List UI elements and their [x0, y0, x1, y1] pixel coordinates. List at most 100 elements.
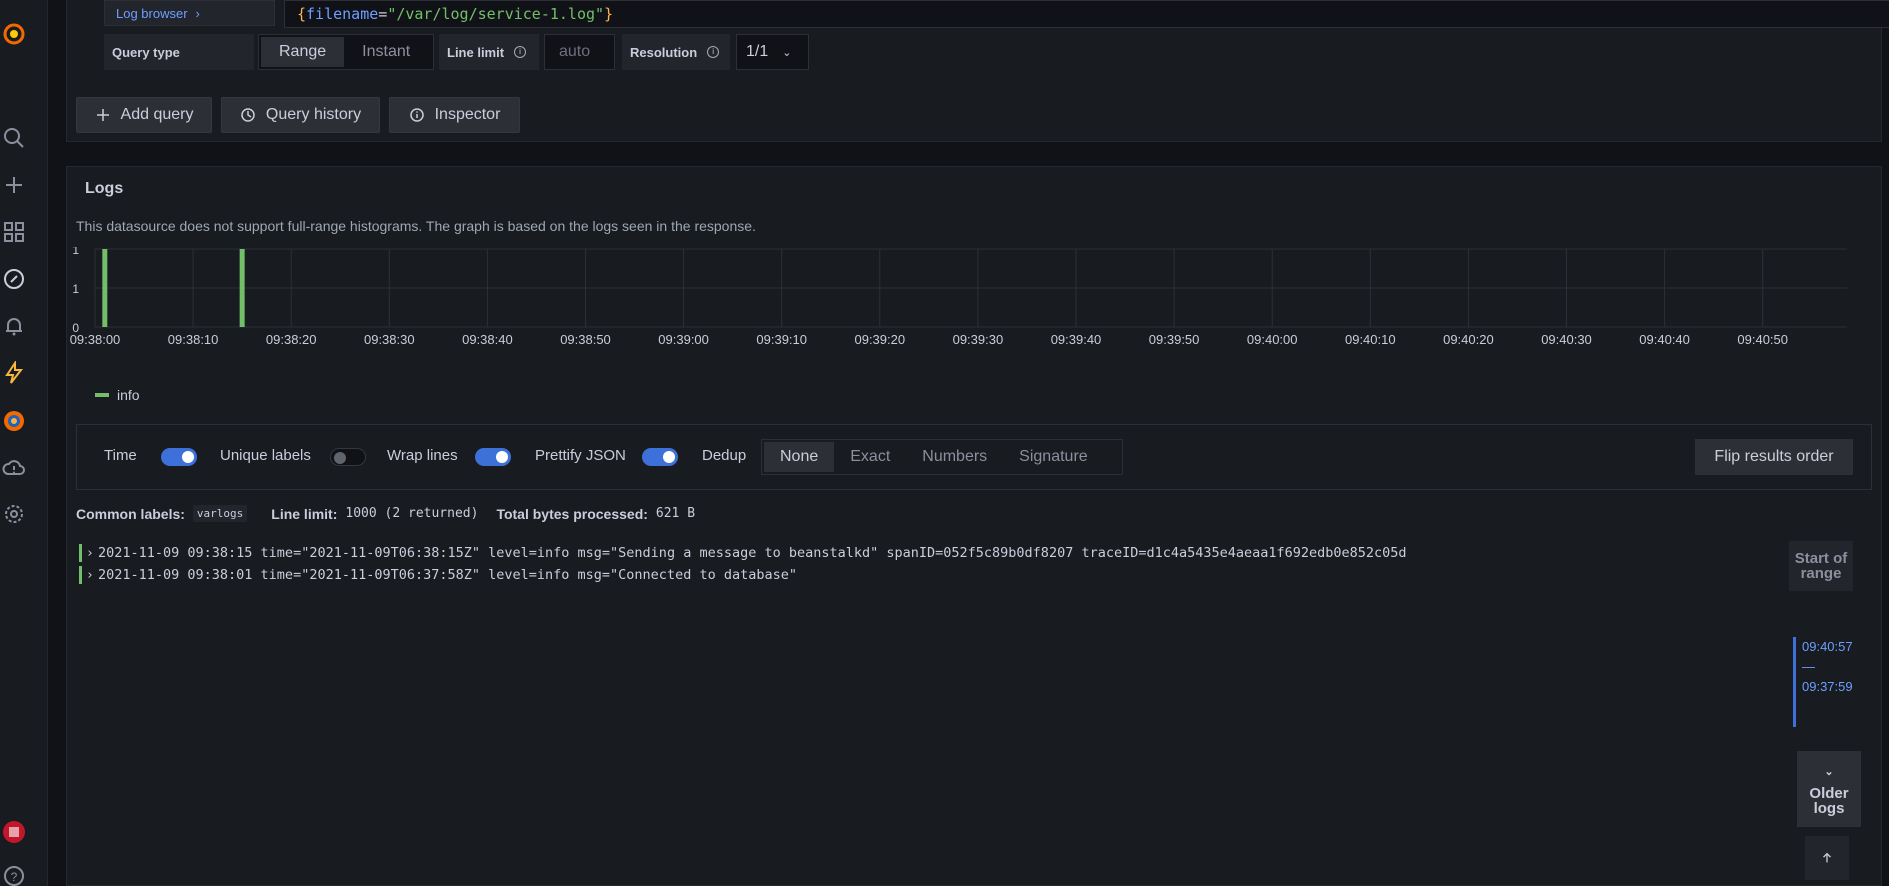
x-tick-label: 09:40:30: [1541, 332, 1592, 347]
query-input[interactable]: {filename="/var/log/service-1.log"}: [284, 0, 1889, 28]
range-bottom: 09:37:59: [1802, 679, 1853, 694]
range-top: 09:40:57: [1802, 639, 1853, 654]
common-labels-label: Common labels:: [76, 505, 185, 522]
resolution-value: 1/1: [746, 43, 769, 60]
chevron-down-icon: ⌄: [1824, 766, 1834, 778]
inspector-label: Inspector: [434, 106, 501, 123]
x-tick-label: 09:38:50: [560, 332, 611, 347]
query-type-instant[interactable]: Instant: [344, 37, 428, 67]
query-type-label-text: Query type: [112, 44, 180, 60]
legend-swatch: [95, 393, 109, 397]
x-tick-label: 09:40:40: [1639, 332, 1690, 347]
grafana-logo-icon[interactable]: [0, 20, 28, 48]
logs-volume-histogram: 01109:38:00 09:38:10 09:38:20 09:38:30 09:38…: [70, 247, 1847, 347]
logs-panel: Logs This datasource does not support fu…: [66, 166, 1882, 886]
explore-icon[interactable]: [0, 265, 28, 293]
legend-label-info: info: [117, 387, 140, 403]
older-logs-label: Older logs: [1809, 785, 1849, 817]
chevron-down-icon: ⌄: [782, 46, 792, 59]
y-tick-label: 1: [72, 282, 79, 296]
x-tick-label: 09:38:40: [462, 332, 513, 347]
time-toggle-label: Time: [104, 447, 137, 464]
time-toggle[interactable]: [161, 448, 197, 466]
user-avatar-icon[interactable]: [0, 818, 28, 846]
inspector-button[interactable]: Inspector: [389, 97, 520, 133]
cloud-alert-icon[interactable]: [0, 454, 28, 482]
resolution-select[interactable]: 1/1 ⌄: [736, 34, 809, 70]
y-tick-label: 1: [72, 247, 79, 257]
info-circle-icon: [409, 108, 424, 122]
chevron-right-icon[interactable]: ›: [86, 546, 98, 561]
log-level-indicator: [79, 566, 82, 584]
x-tick-label: 09:39:10: [756, 332, 807, 347]
start-of-range-button[interactable]: Start of range: [1789, 541, 1853, 591]
log-browser-label: Log browser: [116, 5, 188, 21]
histogram-bar[interactable]: [102, 249, 108, 327]
bytes-processed-value: 621 B: [655, 506, 696, 521]
query-type-radio-group: Range Instant: [258, 34, 434, 70]
dedup-radio-group: None Exact Numbers Signature: [761, 439, 1123, 475]
x-tick-label: 09:38:20: [266, 332, 317, 347]
logs-meta-row: Common labels: varlogs Line limit: 1000 …: [76, 505, 713, 522]
query-label-value: "/var/log/service-1.log": [387, 5, 605, 23]
query-type-range[interactable]: Range: [261, 37, 345, 67]
prettify-json-toggle-label: Prettify JSON: [535, 447, 626, 464]
dedup-exact[interactable]: Exact: [834, 442, 906, 472]
resolution-label-text: Resolution: [630, 44, 698, 60]
dedup-numbers[interactable]: Numbers: [906, 442, 1003, 472]
line-limit-meta-value: 1000 (2 returned): [345, 506, 479, 521]
wrap-lines-toggle[interactable]: [475, 448, 511, 466]
line-limit-meta-label: Line limit:: [271, 505, 338, 522]
older-logs-button[interactable]: ⌄ Older logs: [1797, 751, 1861, 827]
info-icon[interactable]: i: [514, 46, 527, 58]
line-limit-input[interactable]: auto: [544, 34, 615, 70]
x-tick-label: 09:38:10: [168, 332, 219, 347]
search-icon[interactable]: [0, 124, 28, 152]
logs-options-bar: Time Unique labels Wrap lines Prettify J…: [76, 424, 1872, 490]
unique-labels-toggle[interactable]: [330, 448, 366, 466]
chevron-right-icon[interactable]: ›: [86, 568, 98, 583]
gear-icon[interactable]: [0, 500, 28, 528]
resolution-label: Resolution i: [622, 34, 730, 70]
visible-range-indicator[interactable]: 09:40:57 — 09:37:59: [1793, 637, 1853, 727]
query-type-label: Query type: [104, 34, 254, 70]
log-level-indicator: [79, 544, 82, 562]
dedup-none[interactable]: None: [764, 442, 835, 472]
wrap-lines-toggle-label: Wrap lines: [387, 447, 458, 464]
query-history-button[interactable]: Query history: [221, 97, 380, 133]
dedup-signature[interactable]: Signature: [1003, 442, 1104, 472]
x-tick-label: 09:39:40: [1051, 332, 1102, 347]
plus-icon[interactable]: [0, 171, 28, 199]
logs-title: Logs: [85, 180, 124, 197]
log-row[interactable]: › 2021-11-09 09:38:15 time="2021-11-09T0…: [79, 542, 1407, 564]
line-limit-label-text: Line limit: [447, 44, 505, 60]
log-row[interactable]: › 2021-11-09 09:38:01 time="2021-11-09T0…: [79, 564, 1407, 586]
add-query-button[interactable]: Add query: [76, 97, 212, 133]
histogram-notice: This datasource does not support full-ra…: [76, 218, 756, 234]
info-icon[interactable]: i: [707, 46, 720, 58]
legend[interactable]: info: [95, 387, 140, 403]
log-line: 2021-11-09 09:38:01 time="2021-11-09T06:…: [98, 567, 797, 583]
prettify-json-toggle[interactable]: [642, 448, 678, 466]
x-tick-label: 09:38:30: [364, 332, 415, 347]
add-query-label: Add query: [120, 106, 194, 123]
lightning-icon[interactable]: [0, 359, 28, 387]
dashboards-icon[interactable]: [0, 218, 28, 246]
x-tick-label: 09:39:50: [1149, 332, 1200, 347]
arrow-up-icon: [1823, 852, 1831, 863]
flip-results-order-button[interactable]: Flip results order: [1695, 439, 1853, 475]
help-icon[interactable]: ?: [0, 862, 28, 886]
logs-navigation: Start of range 09:40:57 — 09:37:59: [1789, 541, 1853, 727]
query-brace-close: }: [604, 5, 614, 23]
alerting-icon[interactable]: [0, 312, 28, 340]
log-line: 2021-11-09 09:38:15 time="2021-11-09T06:…: [98, 545, 1407, 561]
sidebar: ?: [0, 0, 48, 886]
x-tick-label: 09:40:10: [1345, 332, 1396, 347]
scroll-to-top-button[interactable]: [1805, 836, 1849, 880]
log-browser-button[interactable]: Log browser ›: [104, 0, 275, 26]
globe-icon[interactable]: [0, 407, 28, 435]
x-tick-label: 09:40:50: [1737, 332, 1788, 347]
log-rows: › 2021-11-09 09:38:15 time="2021-11-09T0…: [79, 542, 1407, 586]
histogram-bar[interactable]: [239, 249, 245, 327]
x-tick-label: 09:40:00: [1247, 332, 1298, 347]
